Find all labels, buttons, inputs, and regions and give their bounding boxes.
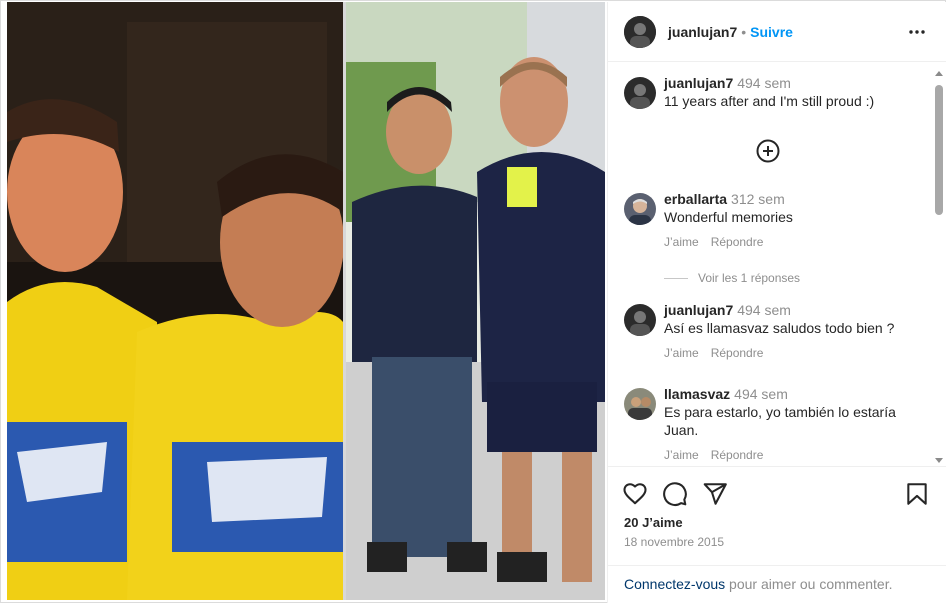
comment-text: Es para estarlo, yo también lo estaría J… xyxy=(664,404,896,438)
post-header: juanlujan7 • Suivre xyxy=(608,2,946,62)
comment-time[interactable]: 494 sem xyxy=(737,75,791,91)
post-actions: 20 J’aime 18 novembre 2015 Connectez-vou… xyxy=(608,466,946,603)
comment-text: 11 years after and I'm still proud :) xyxy=(664,93,875,109)
load-more-comments-icon[interactable] xyxy=(756,139,780,163)
share-icon[interactable] xyxy=(702,481,728,507)
view-replies-button[interactable]: Voir les 1 réponses xyxy=(664,271,800,285)
login-prompt: Connectez-vous pour aimer ou commenter. xyxy=(608,565,946,603)
post-dialog: juanlujan7 • Suivre juanlujan7 494 sem 11… xyxy=(0,0,946,603)
scroll-down-arrow-icon[interactable] xyxy=(935,458,943,463)
comment-username[interactable]: llamasvaz xyxy=(664,386,730,402)
commenter-avatar[interactable] xyxy=(624,388,656,420)
comment-username[interactable]: erballarta xyxy=(664,191,727,207)
bookmark-icon[interactable] xyxy=(904,481,930,507)
comment-reply-button[interactable]: Répondre xyxy=(711,448,764,462)
comment-icon[interactable] xyxy=(662,481,688,507)
post-side-panel: juanlujan7 • Suivre juanlujan7 494 sem 11… xyxy=(607,2,946,603)
comment-reply-button[interactable]: Répondre xyxy=(711,346,764,360)
commenter-avatar[interactable] xyxy=(624,193,656,225)
author-avatar[interactable] xyxy=(624,15,656,48)
caption-avatar[interactable] xyxy=(624,77,656,109)
comment-text: Así es llamasvaz saludos todo bien ? xyxy=(664,320,895,336)
follow-button[interactable]: Suivre xyxy=(750,24,793,40)
post-image[interactable] xyxy=(7,2,605,600)
login-link[interactable]: Connectez-vous xyxy=(624,576,725,592)
scroll-thumb[interactable] xyxy=(935,85,943,215)
comments-scrollbar[interactable] xyxy=(934,71,944,463)
commenter-avatar[interactable] xyxy=(624,304,656,336)
heart-icon[interactable] xyxy=(622,481,648,507)
comment-text: Wonderful memories xyxy=(664,209,793,225)
author-username[interactable]: juanlujan7 xyxy=(668,24,737,40)
comment-time[interactable]: 494 sem xyxy=(737,302,791,318)
comments-list[interactable]: juanlujan7 494 sem 11 years after and I'm… xyxy=(608,63,946,465)
comment-like-button[interactable]: J’aime xyxy=(664,235,699,249)
scroll-up-arrow-icon[interactable] xyxy=(935,71,943,76)
replies-line xyxy=(664,277,688,279)
comment-time[interactable]: 494 sem xyxy=(734,386,788,402)
view-replies-label[interactable]: Voir les 1 réponses xyxy=(698,271,800,285)
login-prompt-text: pour aimer ou commenter. xyxy=(725,576,893,592)
post-date: 18 novembre 2015 xyxy=(624,535,725,549)
comment-username[interactable]: juanlujan7 xyxy=(664,302,733,318)
comment-reply-button[interactable]: Répondre xyxy=(711,235,764,249)
more-options-icon[interactable] xyxy=(903,18,931,46)
separator-dot: • xyxy=(741,23,747,40)
comment-like-button[interactable]: J’aime xyxy=(664,448,699,462)
comment-like-button[interactable]: J’aime xyxy=(664,346,699,360)
post-photo-illustration xyxy=(7,2,605,600)
comment-time[interactable]: 312 sem xyxy=(731,191,785,207)
likes-count[interactable]: 20 J’aime xyxy=(624,515,683,530)
comment-username[interactable]: juanlujan7 xyxy=(664,75,733,91)
